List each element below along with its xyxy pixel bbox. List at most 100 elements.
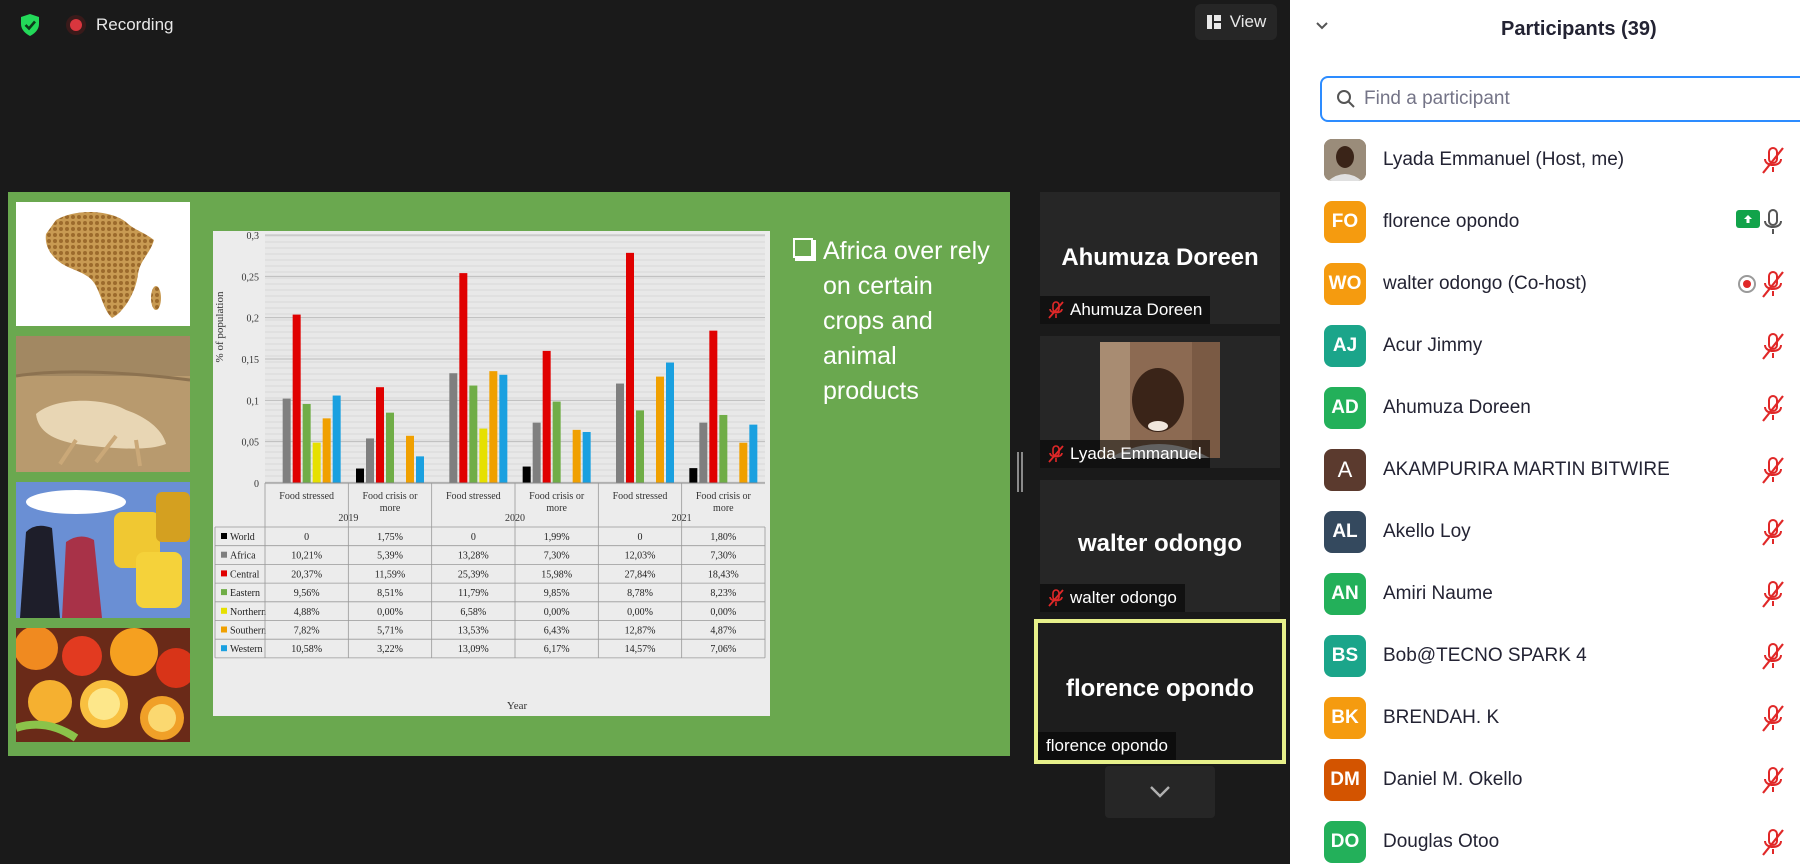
chart-table-value: 9,85% [544, 588, 570, 599]
security-shield-icon[interactable] [12, 11, 48, 39]
legend-swatch [221, 607, 227, 614]
mic-muted-icon[interactable] [1760, 393, 1786, 423]
tiles-scroll-down-button[interactable] [1105, 766, 1215, 818]
participant-row[interactable]: BK BRENDAH. K [1290, 687, 1800, 749]
participant-name: Ahumuza Doreen [1383, 397, 1531, 418]
chart-category-label: Food crisis or [529, 491, 585, 502]
slide-bullet-text: Africa over rely on certain crops and an… [823, 237, 990, 405]
women-water-image [16, 482, 190, 618]
checkbox-bullet-icon [793, 238, 816, 261]
video-tile-lyada[interactable]: Lyada Emmanuel [1040, 336, 1280, 468]
chart-table-value: 13,28% [458, 551, 489, 562]
participant-row[interactable]: AL Akello Loy [1290, 501, 1800, 563]
avatar [1324, 139, 1366, 181]
chart-table-value: 11,79% [458, 588, 488, 599]
chart-bar-northern [312, 442, 321, 483]
participant-row[interactable]: WO walter odongo (Co-host) [1290, 253, 1800, 315]
chart-bar-africa [282, 398, 291, 483]
chart-table-value: 7,30% [710, 551, 736, 562]
chart-table-value: 0 [304, 532, 309, 543]
mic-muted-icon[interactable] [1760, 145, 1786, 175]
chart-bar-eastern [552, 401, 561, 483]
chart-bar-eastern [302, 403, 311, 483]
collapse-panel-button[interactable] [1314, 18, 1334, 38]
video-tile-florence-active-speaker[interactable]: florence opondo florence opondo [1034, 619, 1286, 764]
chart-table-value: 3,22% [377, 644, 403, 655]
chart-table-value: 12,87% [625, 626, 656, 637]
avatar: AN [1324, 573, 1366, 615]
mic-muted-icon[interactable] [1760, 703, 1786, 733]
participant-name: Lyada Emmanuel (Host, me) [1383, 149, 1625, 170]
participant-row[interactable]: FO florence opondo [1290, 191, 1800, 253]
mic-muted-icon[interactable] [1760, 455, 1786, 485]
chart-ytick-label: 0,2 [247, 314, 260, 325]
mic-muted-icon[interactable] [1760, 269, 1786, 299]
avatar: AL [1324, 511, 1366, 553]
avatar: WO [1324, 263, 1366, 305]
recording-indicator[interactable]: Recording [66, 13, 174, 37]
participant-search-input[interactable] [1364, 88, 1764, 110]
tile-tag-label: florence opondo [1046, 736, 1168, 755]
chart-bar-western [749, 424, 758, 483]
avatar: DO [1324, 821, 1366, 863]
drought-camel-image [16, 336, 190, 472]
chart-table-value: 0,00% [377, 607, 403, 618]
mic-muted-icon[interactable] [1760, 579, 1786, 609]
participant-name: Bob@TECNO SPARK 4 [1383, 645, 1587, 666]
chart-bar-eastern [636, 410, 644, 483]
mic-muted-icon[interactable] [1760, 331, 1786, 361]
video-tile-walter[interactable]: walter odongo walter odongo [1040, 480, 1280, 612]
panel-resize-handle[interactable] [1017, 452, 1023, 492]
participant-search-box[interactable] [1320, 76, 1800, 122]
chart-bar-central [292, 314, 301, 483]
chart-table-value: 7,30% [544, 551, 570, 562]
legend-swatch [221, 645, 227, 652]
chart-table-value: 14,57% [625, 644, 656, 655]
participant-name: BRENDAH. K [1383, 707, 1500, 728]
chart-table-value: 8,78% [627, 588, 653, 599]
mic-muted-icon [1048, 589, 1064, 607]
chart-category-label: more [380, 503, 401, 514]
chart-table-value: 7,06% [710, 644, 736, 655]
participant-row[interactable]: BS Bob@TECNO SPARK 4 [1290, 625, 1800, 687]
chart-table-value: 1,99% [544, 532, 570, 543]
chart-table-value: 8,23% [710, 588, 736, 599]
tile-tag-label: Lyada Emmanuel [1070, 444, 1202, 463]
mic-muted-icon[interactable] [1760, 765, 1786, 795]
view-label: View [1229, 12, 1267, 31]
legend-swatch [221, 551, 227, 558]
legend-label: Africa [230, 551, 256, 562]
mic-muted-icon[interactable] [1760, 517, 1786, 547]
participant-row[interactable]: AD Ahumuza Doreen [1290, 377, 1800, 439]
avatar: FO [1324, 201, 1366, 243]
chevron-down-icon [1150, 786, 1170, 798]
chart-ytick-label: 0,05 [242, 438, 260, 449]
tile-tag-label: Ahumuza Doreen [1070, 300, 1203, 319]
chart-category-label: Food crisis or [696, 491, 752, 502]
legend-swatch [221, 570, 227, 577]
participant-row[interactable]: DM Daniel M. Okello [1290, 749, 1800, 811]
chart-ytick-label: 0 [254, 479, 259, 490]
chart-table-value: 13,09% [458, 644, 489, 655]
view-button[interactable]: View [1195, 4, 1277, 40]
avatar: DM [1324, 759, 1366, 801]
participant-row[interactable]: DO Douglas Otoo [1290, 811, 1800, 864]
participant-row[interactable]: A AKAMPURIRA MARTIN BITWIRE [1290, 439, 1800, 501]
video-tile-ahumuza[interactable]: Ahumuza Doreen Ahumuza Doreen [1040, 192, 1280, 324]
participant-row[interactable]: Lyada Emmanuel (Host, me) [1290, 129, 1800, 191]
mic-muted-icon[interactable] [1760, 641, 1786, 671]
participant-row[interactable]: AN Amiri Naume [1290, 563, 1800, 625]
participant-row[interactable]: AJ Acur Jimmy [1290, 315, 1800, 377]
legend-label: World [230, 532, 255, 543]
mic-on-icon[interactable] [1760, 207, 1786, 237]
view-grid-icon [1206, 15, 1221, 29]
chart-category-label: Food stressed [613, 491, 668, 502]
mic-muted-icon[interactable] [1760, 827, 1786, 857]
chart-table-value: 0,00% [544, 607, 570, 618]
chart-ytick-label: 0,3 [247, 231, 260, 242]
chart-bar-central [626, 252, 634, 483]
chart-table-value: 0,00% [710, 607, 736, 618]
participant-name: Amiri Naume [1383, 583, 1493, 604]
chart-bar-northern [479, 428, 488, 483]
chart-table-value: 1,80% [710, 532, 736, 543]
